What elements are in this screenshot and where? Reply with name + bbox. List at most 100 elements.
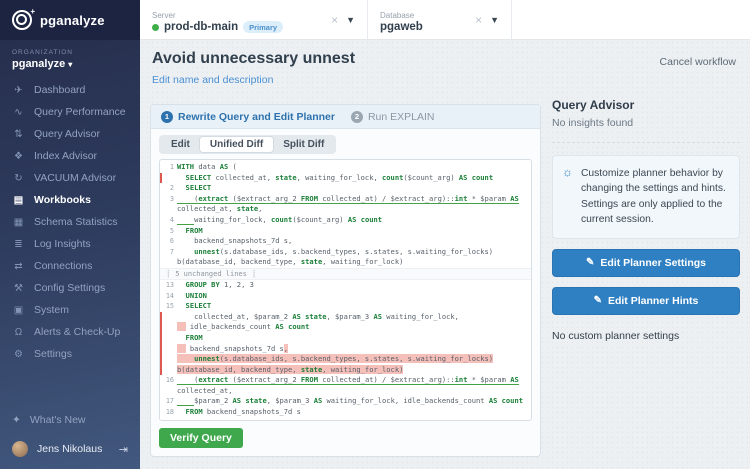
planner-button-label: Edit Planner Hints — [608, 295, 698, 307]
whats-new-icon: ✦ — [12, 414, 21, 426]
edit-planner-hints-button[interactable]: ✎ Edit Planner Hints — [552, 287, 740, 315]
code-line: collected_at, state, — [160, 204, 531, 215]
code-line: 18 FROM backend_snapshots_7d s — [160, 407, 531, 418]
code-text: unnest(s.database_ids, s.backend_types, … — [177, 354, 531, 365]
workflow-step-2[interactable]: 2Run EXPLAIN — [351, 111, 435, 123]
planner-tip-box: ☼ Customize planner behavior by changing… — [552, 155, 740, 239]
sidebar-item-query-performance[interactable]: ∿Query Performance — [0, 101, 140, 123]
divider — [552, 142, 740, 143]
edit-name-description-link[interactable]: Edit name and description — [152, 74, 273, 86]
user-menu[interactable]: Jens Nikolaus ⇥ — [0, 436, 140, 462]
code-text: collected_at, state, — [177, 204, 531, 215]
code-text: UNION — [177, 291, 531, 302]
code-text: $param_2 AS state, $param_3 AS waiting_f… — [177, 396, 531, 407]
code-line: idle_backends_count AS count — [160, 322, 531, 333]
brand-header: + pganalyze — [0, 0, 140, 40]
line-number: 4 — [162, 215, 177, 226]
database-dropdown-icon[interactable]: ▼ — [490, 15, 499, 25]
tab-unified-diff[interactable]: Unified Diff — [200, 137, 273, 152]
code-text: idle_backends_count AS count — [177, 322, 531, 333]
line-number: 3 — [162, 194, 177, 205]
sidebar-item-settings[interactable]: ⚙Settings — [0, 343, 140, 365]
database-label: Database — [380, 11, 423, 20]
organization-label: ORGANIZATION — [12, 49, 128, 56]
server-primary-badge: Primary — [243, 21, 283, 33]
database-selector[interactable]: Database pgaweb × ▼ — [368, 0, 512, 39]
sidebar-item-whats-new[interactable]: ✦ What's New — [0, 409, 140, 431]
tab-edit[interactable]: Edit — [161, 137, 200, 152]
index-advisor-icon: ❖ — [12, 151, 25, 162]
sql-diff-editor[interactable]: 1WITH data AS ( SELECT collected_at, sta… — [159, 159, 532, 421]
code-text: SELECT — [177, 183, 531, 194]
dashboard-icon: ✈ — [12, 85, 25, 96]
planner-buttons: ✎Edit Planner Settings ✎ Edit Planner Hint… — [552, 249, 740, 315]
sidebar-item-query-advisor[interactable]: ⇅ Query Advisor — [0, 123, 140, 145]
sidebar-item-label: Schema Statistics — [34, 216, 117, 228]
server-dropdown-icon[interactable]: ▼ — [346, 15, 355, 25]
sidebar-item-system[interactable]: ▣System — [0, 299, 140, 321]
code-line: 2 SELECT — [160, 183, 531, 194]
logout-icon[interactable]: ⇥ — [119, 443, 128, 456]
workflow-steps: 1 Rewrite Query and Edit Planner 2Run EXPL… — [151, 105, 540, 129]
workflow-step-1[interactable]: 1 Rewrite Query and Edit Planner — [161, 111, 335, 123]
settings-icon: ⚙ — [12, 349, 25, 360]
tab-split-diff[interactable]: Split Diff — [273, 137, 334, 152]
sidebar-item-schema-statistics[interactable]: ▦Schema Statistics — [0, 211, 140, 233]
log-insights-icon: ≣ — [12, 239, 25, 250]
edit-planner-settings-button[interactable]: ✎Edit Planner Settings — [552, 249, 740, 277]
alerts-check-up-icon: Ω — [12, 327, 25, 338]
code-line: unnest(s.database_ids, s.backend_types, … — [160, 354, 531, 365]
server-status-dot — [152, 24, 159, 31]
code-line: 4 waiting_for_lock, count($count_arg) AS… — [160, 215, 531, 226]
sidebar-item-label: System — [34, 304, 69, 316]
collapsed-lines-indicator[interactable]: ┊5 unchanged lines┊ — [160, 268, 531, 280]
step-label: Run EXPLAIN — [368, 111, 435, 123]
lightbulb-icon: ☼ — [562, 166, 573, 228]
code-text: FROM backend_snapshots_7d s — [177, 407, 531, 418]
query-advisor-title: Query Advisor — [552, 98, 740, 112]
line-number: 13 — [162, 280, 177, 291]
planner-settings-note: No custom planner settings — [552, 330, 740, 342]
step-number-badge: 1 — [161, 111, 173, 123]
code-text: SELECT — [177, 301, 531, 312]
server-selector[interactable]: Server prod-db-main Primary × ▼ — [140, 0, 368, 39]
sidebar-item-alerts-check-up[interactable]: ΩAlerts & Check-Up — [0, 321, 140, 343]
code-line: collected_at, $param_2 AS state, $param_… — [160, 312, 531, 323]
line-number — [162, 333, 177, 344]
code-text: collected_at, $param_2 AS state, $param_… — [177, 312, 531, 323]
sidebar-item-workbooks[interactable]: ▤Workbooks — [0, 189, 140, 211]
code-text: waiting_for_lock, count($count_arg) AS c… — [177, 215, 531, 226]
line-number — [162, 204, 177, 215]
workflow-card: 1Rewrite Query and Edit Planner2Run EXPL… — [150, 104, 541, 457]
sidebar-item-index-advisor[interactable]: ❖Index Advisor — [0, 145, 140, 167]
sidebar-item-label: Query Performance — [34, 106, 126, 118]
sidebar-item-dashboard[interactable]: ✈Dashboard — [0, 79, 140, 101]
code-text: collected_at, — [177, 386, 531, 397]
code-line: backend_snapshots_7d s, — [160, 344, 531, 355]
sidebar-item-label: Config Settings — [34, 282, 105, 294]
query-advisor-icon: ⇅ — [12, 129, 25, 140]
database-clear-icon[interactable]: × — [475, 13, 482, 27]
organization-switcher[interactable]: ORGANIZATION pganalyze ▾ — [0, 40, 140, 77]
code-text: (extract ($extract_arg_2 FROM collected_… — [177, 194, 531, 205]
sidebar-item-log-insights[interactable]: ≣ Log Insights — [0, 233, 140, 255]
verify-query-button[interactable]: Verify Query — [159, 428, 243, 448]
connections-icon: ⇄ — [12, 261, 25, 272]
code-line: 5 FROM — [160, 226, 531, 237]
code-line: FROM — [160, 333, 531, 344]
step-label: Rewrite Query and Edit Planner — [178, 111, 335, 123]
sidebar-item-label: Query Advisor — [34, 128, 100, 140]
server-clear-icon[interactable]: × — [331, 13, 338, 27]
cancel-workflow-link[interactable]: Cancel workflow — [660, 56, 736, 68]
edit-pencil-icon: ✎ — [594, 295, 602, 306]
sidebar-item-connections[interactable]: ⇄Connections — [0, 255, 140, 277]
sidebar-item-config-settings[interactable]: ⚒Config Settings — [0, 277, 140, 299]
diff-view-tabs: EditUnified DiffSplit Diff — [159, 135, 336, 154]
sidebar-item-vacuum-advisor[interactable]: ↻VACUUM Advisor — [0, 167, 140, 189]
line-number — [162, 354, 177, 365]
line-number: 2 — [162, 183, 177, 194]
code-line: 15 SELECT — [160, 301, 531, 312]
sidebar-item-label: Log Insights — [34, 238, 91, 250]
code-line: 1WITH data AS ( — [160, 162, 531, 173]
line-number: 15 — [162, 301, 177, 312]
